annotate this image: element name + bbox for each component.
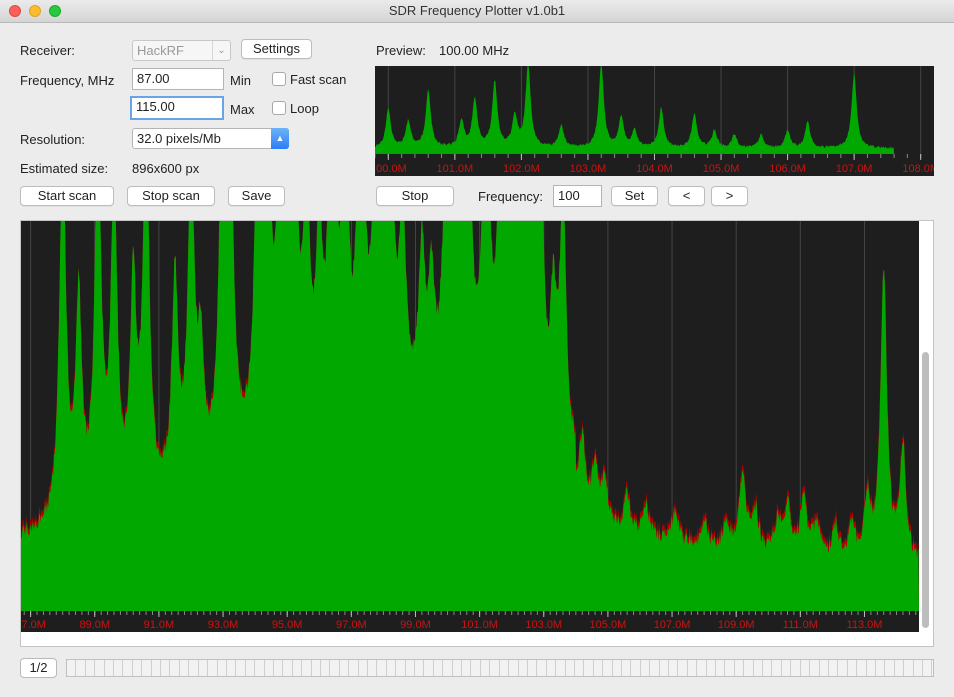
resolution-select[interactable]: 32.0 pixels/Mb ▲: [132, 128, 289, 149]
page-strip: [66, 659, 934, 677]
previous-frequency-button[interactable]: <: [668, 186, 705, 206]
preview-stop-button[interactable]: Stop: [376, 186, 454, 206]
estimated-size-value: 896x600 px: [132, 161, 200, 176]
fast-scan-checkbox[interactable]: [272, 72, 286, 86]
receiver-value: HackRF: [137, 43, 184, 58]
maximize-window-icon[interactable]: [49, 5, 61, 17]
max-frequency-input[interactable]: 115.00: [130, 96, 224, 120]
tick-label: 106.0M: [769, 163, 806, 175]
tick-label: 107.0M: [836, 163, 873, 175]
receiver-combo[interactable]: HackRF ⌄: [132, 40, 231, 61]
scan-spectrum-chart: 87.0M 89.0M 91.0M 93.0M 95.0M 97.0M 99.0M 101.0…: [21, 221, 919, 632]
tick-label: 89.0M: [79, 619, 110, 631]
tick-label: 87.0M: [21, 619, 46, 631]
tick-label: 107.0M: [654, 619, 691, 631]
tick-label: 100.0M: [375, 163, 407, 175]
frequency-label: Frequency, MHz: [20, 73, 115, 88]
tick-label: 109.0M: [718, 619, 755, 631]
preview-frequency-input[interactable]: 100: [553, 185, 602, 207]
set-frequency-button[interactable]: Set: [611, 186, 658, 206]
tick-label: 103.0M: [525, 619, 562, 631]
tick-label: 101.0M: [461, 619, 498, 631]
tick-label: 104.0M: [636, 163, 673, 175]
tick-label: 108.0M: [902, 163, 934, 175]
resolution-value: 32.0 pixels/Mb: [137, 131, 221, 146]
next-frequency-button[interactable]: >: [711, 186, 748, 206]
max-label: Max: [230, 102, 255, 117]
preview-frequency-value: 100.00 MHz: [439, 43, 510, 58]
preview-spectrum-chart: 100.0M 101.0M 102.0M 103.0M 104.0M 105.0M 106.…: [375, 66, 934, 176]
loop-label: Loop: [290, 101, 319, 116]
estimated-size-label: Estimated size:: [20, 161, 109, 176]
loop-checkbox[interactable]: [272, 101, 286, 115]
save-button[interactable]: Save: [228, 186, 285, 206]
select-chevron-icon: ▲: [271, 128, 289, 149]
signal-area: [21, 221, 919, 611]
tick-label: 102.0M: [503, 163, 540, 175]
preview-label: Preview:: [376, 43, 426, 58]
tick-label: 93.0M: [208, 619, 239, 631]
min-label: Min: [230, 73, 251, 88]
signal-area: [375, 66, 895, 154]
tick-label: 95.0M: [272, 619, 303, 631]
window-title: SDR Frequency Plotter v1.0b1: [388, 3, 566, 18]
page-button[interactable]: 1/2: [20, 658, 57, 678]
start-scan-button[interactable]: Start scan: [20, 186, 114, 206]
tick-label: 101.0M: [437, 163, 474, 175]
stop-scan-button[interactable]: Stop scan: [127, 186, 215, 206]
receiver-label: Receiver:: [20, 43, 75, 58]
tick-label: 105.0M: [590, 619, 627, 631]
tick-label: 103.0M: [570, 163, 607, 175]
preview-frequency-label: Frequency:: [478, 189, 544, 204]
vertical-scrollbar[interactable]: [922, 352, 929, 628]
min-frequency-input[interactable]: 87.00: [132, 68, 224, 90]
settings-button[interactable]: Settings: [241, 39, 312, 59]
tick-label: 97.0M: [336, 619, 367, 631]
resolution-label: Resolution:: [20, 132, 86, 147]
minimize-window-icon[interactable]: [29, 5, 41, 17]
tick-label: 99.0M: [400, 619, 431, 631]
tick-label: 91.0M: [144, 619, 175, 631]
close-window-icon[interactable]: [9, 5, 21, 17]
title-bar: SDR Frequency Plotter v1.0b1: [0, 0, 954, 23]
tick-label: 105.0M: [703, 163, 740, 175]
tick-label: 111.0M: [783, 619, 818, 631]
chevron-down-icon: ⌄: [212, 41, 230, 60]
tick-label: 113.0M: [847, 619, 883, 631]
fast-scan-label: Fast scan: [290, 72, 347, 87]
